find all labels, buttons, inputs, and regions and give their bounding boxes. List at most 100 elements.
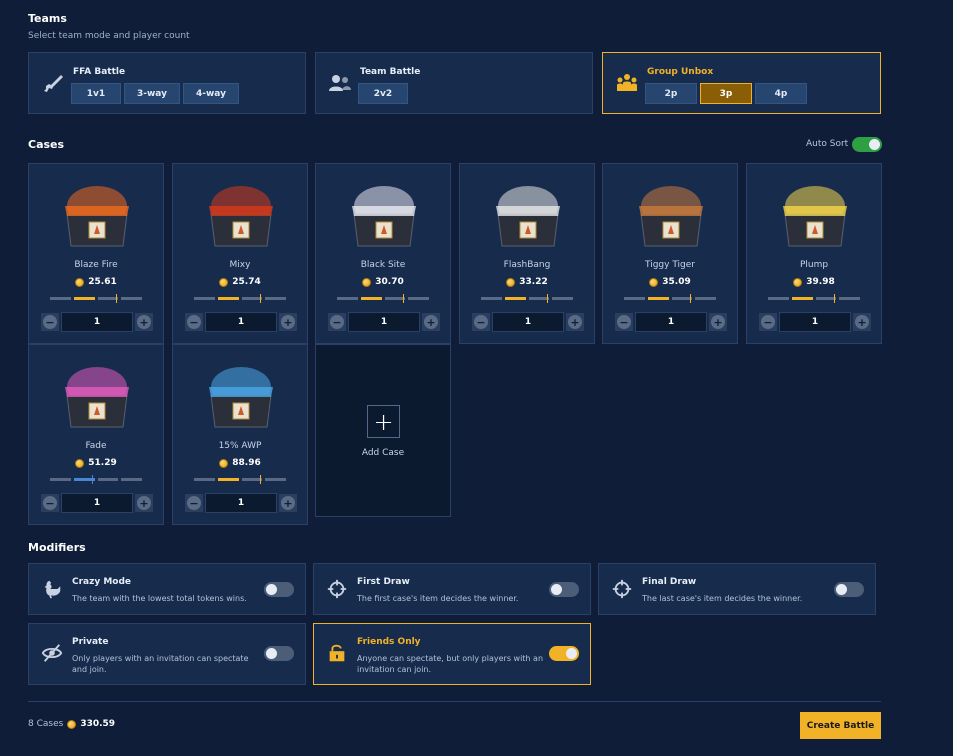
quantity-value[interactable]: 1: [492, 312, 564, 332]
team-mode-group-unbox[interactable]: Group Unbox 2p 3p 4p: [602, 52, 881, 114]
plus-button[interactable]: +: [281, 315, 295, 329]
eye-off-icon: [41, 644, 63, 662]
coin-icon: [75, 458, 85, 468]
quantity-value[interactable]: 1: [61, 312, 133, 332]
minus-button[interactable]: −: [43, 496, 57, 510]
plus-button[interactable]: +: [137, 496, 151, 510]
case-price: 51.29: [29, 458, 163, 468]
modifier-name: Crazy Mode: [72, 577, 132, 587]
plus-icon: +: [367, 405, 400, 438]
modifier-final-draw[interactable]: Final Draw The last case's item decides …: [598, 563, 876, 615]
quantity-stepper: − 1 +: [615, 312, 727, 332]
plus-button[interactable]: +: [424, 315, 438, 329]
modifier-crazy-mode[interactable]: Crazy Mode The team with the lowest tota…: [28, 563, 306, 615]
rarity-bar: [337, 294, 429, 303]
case-price-value: 88.96: [232, 458, 261, 468]
modifier-first-draw[interactable]: First Draw The first case's item decides…: [313, 563, 591, 615]
add-case-label: Add Case: [361, 448, 405, 458]
case-image: [352, 186, 416, 247]
option-4-way[interactable]: 4-way: [182, 83, 239, 104]
case-card[interactable]: FlashBang 33.22 − 1 +: [459, 163, 595, 344]
option-4p[interactable]: 4p: [755, 83, 807, 104]
add-case-button[interactable]: + Add Case: [315, 344, 451, 517]
first-draw-toggle[interactable]: [549, 582, 579, 597]
modifier-friends-only[interactable]: Friends Only Anyone can spectate, but on…: [313, 623, 591, 685]
minus-button[interactable]: −: [474, 315, 488, 329]
quantity-value[interactable]: 1: [205, 493, 277, 513]
plus-button[interactable]: +: [281, 496, 295, 510]
team-mode-ffa[interactable]: FFA Battle 1v1 3-way 4-way: [28, 52, 306, 114]
case-price: 30.70: [316, 277, 450, 287]
plus-button[interactable]: +: [137, 315, 151, 329]
option-3p[interactable]: 3p: [700, 83, 752, 104]
case-card[interactable]: Plump 39.98 − 1 +: [746, 163, 882, 344]
case-name: Plump: [799, 260, 829, 270]
quantity-value[interactable]: 1: [205, 312, 277, 332]
option-2v2[interactable]: 2v2: [358, 83, 408, 104]
plus-button[interactable]: +: [711, 315, 725, 329]
private-toggle[interactable]: [264, 646, 294, 661]
case-image: [783, 186, 847, 247]
quantity-value[interactable]: 1: [61, 493, 133, 513]
coin-icon: [75, 277, 85, 287]
case-image: [65, 186, 129, 247]
team-mode-name: Team Battle: [360, 67, 421, 77]
case-name: Tiggy Tiger: [644, 260, 695, 270]
modifier-name: Final Draw: [642, 577, 697, 587]
case-price-value: 51.29: [88, 458, 117, 468]
footer-divider: [28, 701, 881, 702]
option-2p[interactable]: 2p: [645, 83, 697, 104]
case-image: [496, 186, 560, 247]
minus-button[interactable]: −: [187, 315, 201, 329]
quantity-value[interactable]: 1: [348, 312, 420, 332]
case-name: Fade: [85, 441, 107, 451]
modifier-desc: Anyone can spectate, but only players wi…: [357, 654, 544, 674]
case-card[interactable]: Mixy 25.74 − 1 +: [172, 163, 308, 344]
crazy-mode-toggle[interactable]: [264, 582, 294, 597]
rifle-icon: [44, 75, 63, 92]
case-image: [209, 367, 273, 428]
case-card[interactable]: Black Site 30.70 − 1 +: [315, 163, 451, 344]
case-card[interactable]: Fade 51.29 − 1 +: [28, 344, 164, 525]
auto-sort-toggle[interactable]: [852, 137, 882, 152]
case-price: 25.74: [173, 277, 307, 287]
team-mode-team-battle[interactable]: Team Battle 2v2: [315, 52, 593, 114]
create-battle-button[interactable]: Create Battle: [800, 712, 881, 739]
plus-button[interactable]: +: [568, 315, 582, 329]
users-icon: [329, 75, 351, 91]
case-price: 35.09: [603, 277, 737, 287]
rarity-bar: [768, 294, 860, 303]
minus-button[interactable]: −: [43, 315, 57, 329]
case-image: [65, 367, 129, 428]
minus-button[interactable]: −: [187, 496, 201, 510]
cases-title: Cases: [28, 138, 65, 151]
teams-title: Teams: [28, 12, 67, 25]
case-card[interactable]: Blaze Fire 25.61 − 1 +: [28, 163, 164, 344]
option-1v1[interactable]: 1v1: [71, 83, 121, 104]
option-3-way[interactable]: 3-way: [124, 83, 180, 104]
quantity-stepper: − 1 +: [472, 312, 584, 332]
crosshair-icon: [612, 579, 632, 599]
minus-button[interactable]: −: [761, 315, 775, 329]
quantity-stepper: − 1 +: [185, 493, 297, 513]
friends-only-toggle[interactable]: [549, 646, 579, 661]
quantity-stepper: − 1 +: [41, 493, 153, 513]
minus-button[interactable]: −: [330, 315, 344, 329]
minus-button[interactable]: −: [617, 315, 631, 329]
case-image: [209, 186, 273, 247]
quantity-value[interactable]: 1: [635, 312, 707, 332]
modifier-desc: The first case's item decides the winner…: [357, 594, 519, 603]
final-draw-toggle[interactable]: [834, 582, 864, 597]
case-price-value: 39.98: [806, 277, 835, 287]
modifier-private[interactable]: Private Only players with an invitation …: [28, 623, 306, 685]
case-card[interactable]: 15% AWP 88.96 − 1 +: [172, 344, 308, 525]
total-price: 330.59: [80, 719, 116, 729]
modifier-desc: Only players with an invitation can spec…: [72, 654, 249, 674]
case-name: Blaze Fire: [74, 260, 118, 270]
coin-icon: [219, 277, 229, 287]
group-icon: [617, 74, 637, 91]
quantity-value[interactable]: 1: [779, 312, 851, 332]
modifier-name: Friends Only: [357, 637, 421, 647]
plus-button[interactable]: +: [855, 315, 869, 329]
case-card[interactable]: Tiggy Tiger 35.09 − 1 +: [602, 163, 738, 344]
